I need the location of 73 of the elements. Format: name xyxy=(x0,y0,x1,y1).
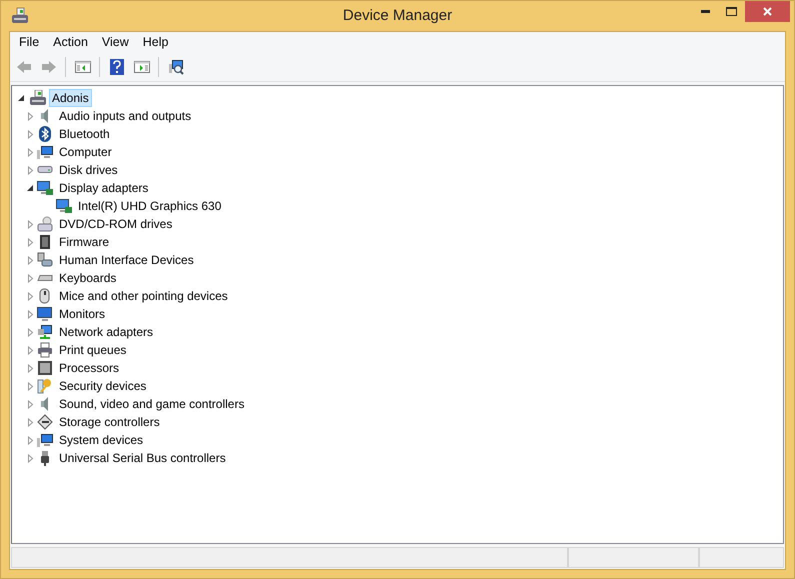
tree-item[interactable]: DVD/CD-ROM drives xyxy=(56,215,176,233)
tree-item[interactable]: Storage controllers xyxy=(56,413,163,431)
app-icon xyxy=(11,7,29,25)
tree-item[interactable]: Print queues xyxy=(56,341,130,359)
monitor-icon xyxy=(37,180,53,196)
minimize-icon xyxy=(700,10,710,13)
tree-item[interactable]: Intel(R) UHD Graphics 630 xyxy=(75,197,224,215)
tree-item[interactable]: Sound, video and game controllers xyxy=(56,395,248,413)
expand-icon[interactable] xyxy=(26,364,35,372)
expand-icon[interactable] xyxy=(26,454,35,462)
tree-item[interactable]: Bluetooth xyxy=(56,125,113,143)
keyboard-icon xyxy=(37,275,53,281)
close-icon xyxy=(763,7,772,16)
collapse-icon[interactable] xyxy=(17,94,26,102)
expand-icon[interactable] xyxy=(26,130,35,138)
computer-icon xyxy=(37,144,53,160)
expand-icon[interactable] xyxy=(26,400,35,408)
tree-item[interactable]: Processors xyxy=(56,359,122,377)
expand-icon[interactable] xyxy=(26,148,35,156)
expand-icon[interactable] xyxy=(26,346,35,354)
expand-icon[interactable] xyxy=(26,274,35,282)
tree-item[interactable]: Network adapters xyxy=(56,323,156,341)
forward-icon xyxy=(40,59,56,75)
expand-icon[interactable] xyxy=(26,310,35,318)
computer-icon xyxy=(37,432,53,448)
printer-icon xyxy=(37,342,53,358)
drive-icon xyxy=(37,216,53,232)
tree-item[interactable]: Mice and other pointing devices xyxy=(56,287,231,305)
collapse-icon[interactable] xyxy=(26,184,35,192)
menu-item[interactable]: File xyxy=(12,32,46,53)
tree-item[interactable]: Security devices xyxy=(56,377,150,395)
panel-icon xyxy=(134,59,150,75)
expand-icon[interactable] xyxy=(26,238,35,246)
drive-icon xyxy=(37,166,53,174)
menu-item[interactable]: View xyxy=(94,32,136,53)
help-icon xyxy=(108,59,124,75)
monitor-icon xyxy=(37,306,53,322)
scan-icon xyxy=(168,59,184,75)
expand-icon[interactable] xyxy=(26,220,35,228)
bluetooth-icon xyxy=(37,126,53,142)
network-icon xyxy=(37,324,53,340)
expand-icon[interactable] xyxy=(26,166,35,174)
chip-icon xyxy=(37,360,53,376)
key-icon xyxy=(37,378,53,394)
tree-item[interactable]: System devices xyxy=(56,431,146,449)
monitor-icon xyxy=(56,198,72,214)
menu-item[interactable]: Help xyxy=(136,32,176,53)
tree-item[interactable]: Computer xyxy=(56,143,115,161)
tree-item[interactable]: Audio inputs and outputs xyxy=(56,107,194,125)
tree-item[interactable]: Disk drives xyxy=(56,161,121,179)
maximize-icon xyxy=(726,7,737,16)
expand-icon[interactable] xyxy=(26,328,35,336)
panel-icon xyxy=(74,59,90,75)
tree-item[interactable]: Keyboards xyxy=(56,269,120,287)
tree-item[interactable]: Universal Serial Bus controllers xyxy=(56,449,229,467)
expand-icon[interactable] xyxy=(26,112,35,120)
tree-item[interactable]: Firmware xyxy=(56,233,112,251)
tree-item[interactable]: Adonis xyxy=(49,89,92,107)
tree-item[interactable]: Monitors xyxy=(56,305,108,323)
expand-icon[interactable] xyxy=(26,436,35,444)
back-icon xyxy=(16,59,32,75)
expand-icon[interactable] xyxy=(26,292,35,300)
close-button[interactable] xyxy=(745,1,790,22)
expand-icon[interactable] xyxy=(26,418,35,426)
tree-item[interactable]: Human Interface Devices xyxy=(56,251,197,269)
expand-icon[interactable] xyxy=(26,256,35,264)
expand-icon[interactable] xyxy=(26,382,35,390)
tree-item[interactable]: Display adapters xyxy=(56,179,152,197)
storage-icon xyxy=(37,414,53,430)
window-title: Device Manager xyxy=(342,6,452,26)
menu-item[interactable]: Action xyxy=(46,32,95,53)
computer-icon xyxy=(29,90,47,106)
chip-icon xyxy=(37,234,53,250)
